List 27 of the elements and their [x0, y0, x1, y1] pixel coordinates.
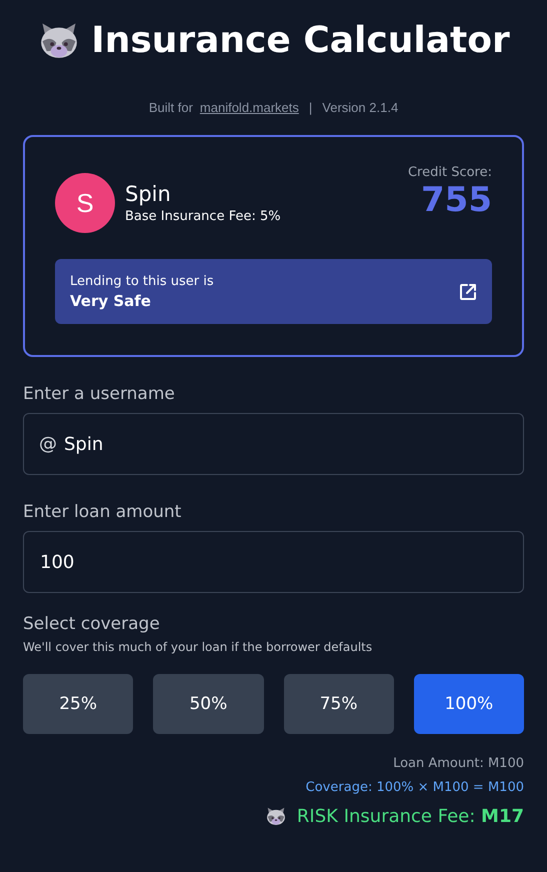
coverage-hint: We'll cover this much of your loan if the borrower defaults: [23, 640, 374, 654]
verdict-text: Very Safe: [70, 292, 152, 310]
version-text: Version 2.1.4: [322, 100, 398, 115]
username-label: Enter a username: [23, 384, 176, 404]
coverage-summary: Coverage: 100% × M100 = M100: [306, 780, 524, 795]
manifold-link[interactable]: manifold.markets: [200, 100, 299, 115]
app-title: Insurance Calculator: [91, 20, 510, 60]
external-link-icon[interactable]: [458, 282, 478, 302]
raccoon-icon: [264, 805, 287, 827]
base-fee-text: Base Insurance Fee: 5%: [125, 209, 282, 224]
loan-amount-label: Enter loan amount: [23, 502, 182, 522]
credit-score-label: Credit Score:: [408, 165, 492, 180]
built-for-text: Built for: [148, 100, 193, 115]
loan-amount-field[interactable]: 100: [23, 531, 524, 593]
coverage-option[interactable]: 75%: [284, 674, 394, 734]
insurance-fee-text: RISK Insurance Fee: M17: [296, 806, 524, 826]
separator-text: |: [308, 100, 312, 115]
verdict-intro: Lending to this user is: [70, 274, 214, 288]
user-avatar: S: [55, 173, 115, 233]
coverage-option[interactable]: 50%: [153, 674, 264, 734]
coverage-option[interactable]: 25%: [23, 674, 134, 734]
coverage-label: Select coverage: [23, 614, 161, 634]
loan-amount-summary: Loan Amount: M100: [393, 756, 524, 771]
coverage-option[interactable]: 100%: [414, 674, 524, 734]
user-name: Spin: [125, 182, 172, 206]
credit-score-value: 755: [421, 180, 492, 221]
at-prefix: @: [39, 434, 57, 454]
